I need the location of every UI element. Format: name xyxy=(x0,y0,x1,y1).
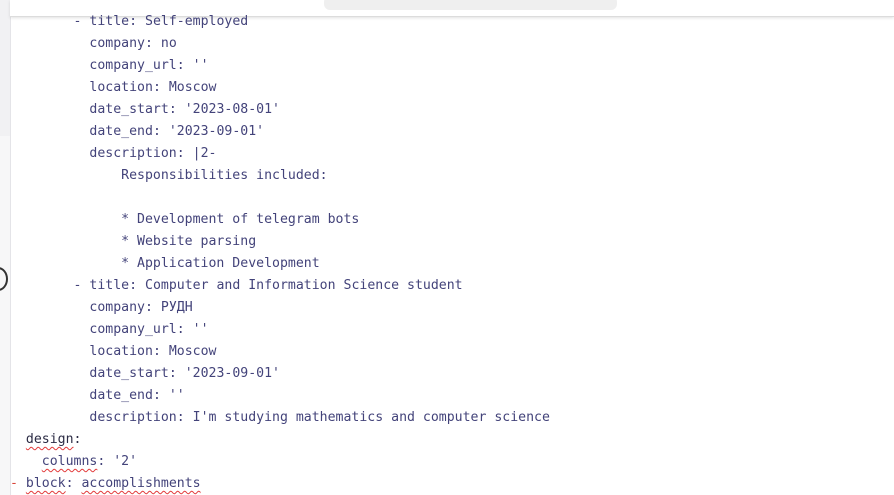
yaml-value: |2- xyxy=(192,146,217,161)
yaml-value: Self-employed xyxy=(145,14,249,29)
yaml-key: date_start xyxy=(89,102,169,117)
yaml-separator: : xyxy=(144,36,161,51)
yaml-value: '2023-09-01' xyxy=(184,366,280,381)
code-line-columns: columns: '2' xyxy=(10,451,894,473)
yaml-indent xyxy=(10,256,121,271)
yaml-separator: : xyxy=(176,410,193,425)
code-line-block: - block: accomplishments xyxy=(10,476,201,491)
yaml-value: no xyxy=(160,36,177,51)
yaml-dash: - xyxy=(73,14,90,29)
yaml-separator: : xyxy=(152,124,169,139)
yaml-key: title xyxy=(89,14,130,29)
yaml-key: company_url xyxy=(89,58,177,73)
yaml-indent xyxy=(10,410,89,425)
code-line-design: design: xyxy=(10,429,894,451)
yaml-separator: : xyxy=(152,388,169,403)
yaml-key: company xyxy=(89,300,145,315)
code-line: - title: Computer and Information Scienc… xyxy=(10,275,894,297)
code-line: description: I'm studying mathematics an… xyxy=(10,407,894,429)
code-line: company_url: '' xyxy=(10,55,894,77)
yaml-value: Computer and Information Science student xyxy=(145,278,463,293)
yaml-indent xyxy=(10,300,89,315)
code-line: Responsibilities included: xyxy=(10,165,894,187)
yaml-key: columns xyxy=(41,454,98,469)
yaml-value: '2023-09-01' xyxy=(168,124,265,139)
editor-gutter-shade xyxy=(0,136,10,495)
yaml-key: company_url xyxy=(89,322,177,337)
yaml-indent xyxy=(10,388,89,403)
yaml-key: location xyxy=(89,344,153,359)
yaml-value: '' xyxy=(192,322,209,337)
yaml-indent xyxy=(10,344,89,359)
yaml-separator: : xyxy=(152,80,169,95)
code-line: date_start: '2023-09-01' xyxy=(10,363,894,385)
tab-strip[interactable] xyxy=(324,0,617,10)
yaml-value: * Development of telegram bots xyxy=(121,212,360,227)
code-line: * Website parsing xyxy=(10,231,894,253)
yaml-key: company xyxy=(89,36,145,51)
yaml-value: '2023-08-01' xyxy=(184,102,280,117)
yaml-separator: : xyxy=(129,14,146,29)
yaml-indent xyxy=(10,212,121,227)
yaml-indent xyxy=(10,36,89,51)
yaml-value: '' xyxy=(168,388,185,403)
yaml-value: Moscow xyxy=(168,344,217,359)
yaml-indent xyxy=(10,80,89,95)
yaml-value: РУДН xyxy=(160,300,193,315)
code-line: date_end: '' xyxy=(10,385,894,407)
yaml-value: accomplishments xyxy=(81,476,201,491)
yaml-indent xyxy=(10,14,74,29)
yaml-indent xyxy=(10,168,121,183)
yaml-indent xyxy=(10,124,89,139)
yaml-value: * Application Development xyxy=(121,256,320,271)
yaml-indent xyxy=(10,322,89,337)
yaml-code-editor[interactable]: - title: Self-employed company: no compa… xyxy=(10,11,894,495)
yaml-key: design xyxy=(25,432,74,447)
yaml-key: description xyxy=(89,146,177,161)
yaml-key: date_end xyxy=(89,388,153,403)
yaml-dash: - xyxy=(73,278,90,293)
yaml-value: : '2' xyxy=(97,454,138,469)
yaml-separator: : xyxy=(176,322,193,337)
yaml-value: '' xyxy=(192,58,209,73)
yaml-separator: : xyxy=(73,432,82,447)
yaml-separator: : xyxy=(168,366,185,381)
yaml-separator: : xyxy=(129,278,146,293)
code-line: description: |2- xyxy=(10,143,894,165)
code-line: company_url: '' xyxy=(10,319,894,341)
yaml-separator: : xyxy=(168,102,185,117)
code-line: - title: Self-employed xyxy=(10,11,894,33)
code-line: location: Moscow xyxy=(10,341,894,363)
yaml-value: * Website parsing xyxy=(121,234,257,249)
yaml-indent xyxy=(10,366,89,381)
yaml-lines: - title: Self-employed company: no compa… xyxy=(10,11,894,429)
yaml-key: date_end xyxy=(89,124,153,139)
yaml-indent xyxy=(10,146,89,161)
code-line: date_start: '2023-08-01' xyxy=(10,99,894,121)
code-line: date_end: '2023-09-01' xyxy=(10,121,894,143)
code-line: * Development of telegram bots xyxy=(10,209,894,231)
code-line: company: no xyxy=(10,33,894,55)
yaml-key: title xyxy=(89,278,130,293)
yaml-value: Moscow xyxy=(168,80,217,95)
yaml-value: Responsibilities included: xyxy=(121,168,328,183)
yaml-key: block xyxy=(25,476,66,491)
yaml-key: description xyxy=(89,410,177,425)
yaml-value: I'm studying mathematics and computer sc… xyxy=(192,410,550,425)
yaml-indent xyxy=(10,278,74,293)
yaml-indent xyxy=(10,102,89,117)
yaml-separator: : xyxy=(176,58,193,73)
yaml-key: location xyxy=(89,80,153,95)
yaml-separator: : xyxy=(176,146,193,161)
code-line: company: РУДН xyxy=(10,297,894,319)
yaml-dash: - xyxy=(10,476,26,491)
yaml-indent xyxy=(10,234,121,249)
yaml-key: date_start xyxy=(89,366,169,381)
code-line: * Application Development xyxy=(10,253,894,275)
code-line: location: Moscow xyxy=(10,77,894,99)
yaml-separator: : xyxy=(144,300,161,315)
yaml-indent xyxy=(10,58,89,73)
yaml-separator: : xyxy=(152,344,169,359)
